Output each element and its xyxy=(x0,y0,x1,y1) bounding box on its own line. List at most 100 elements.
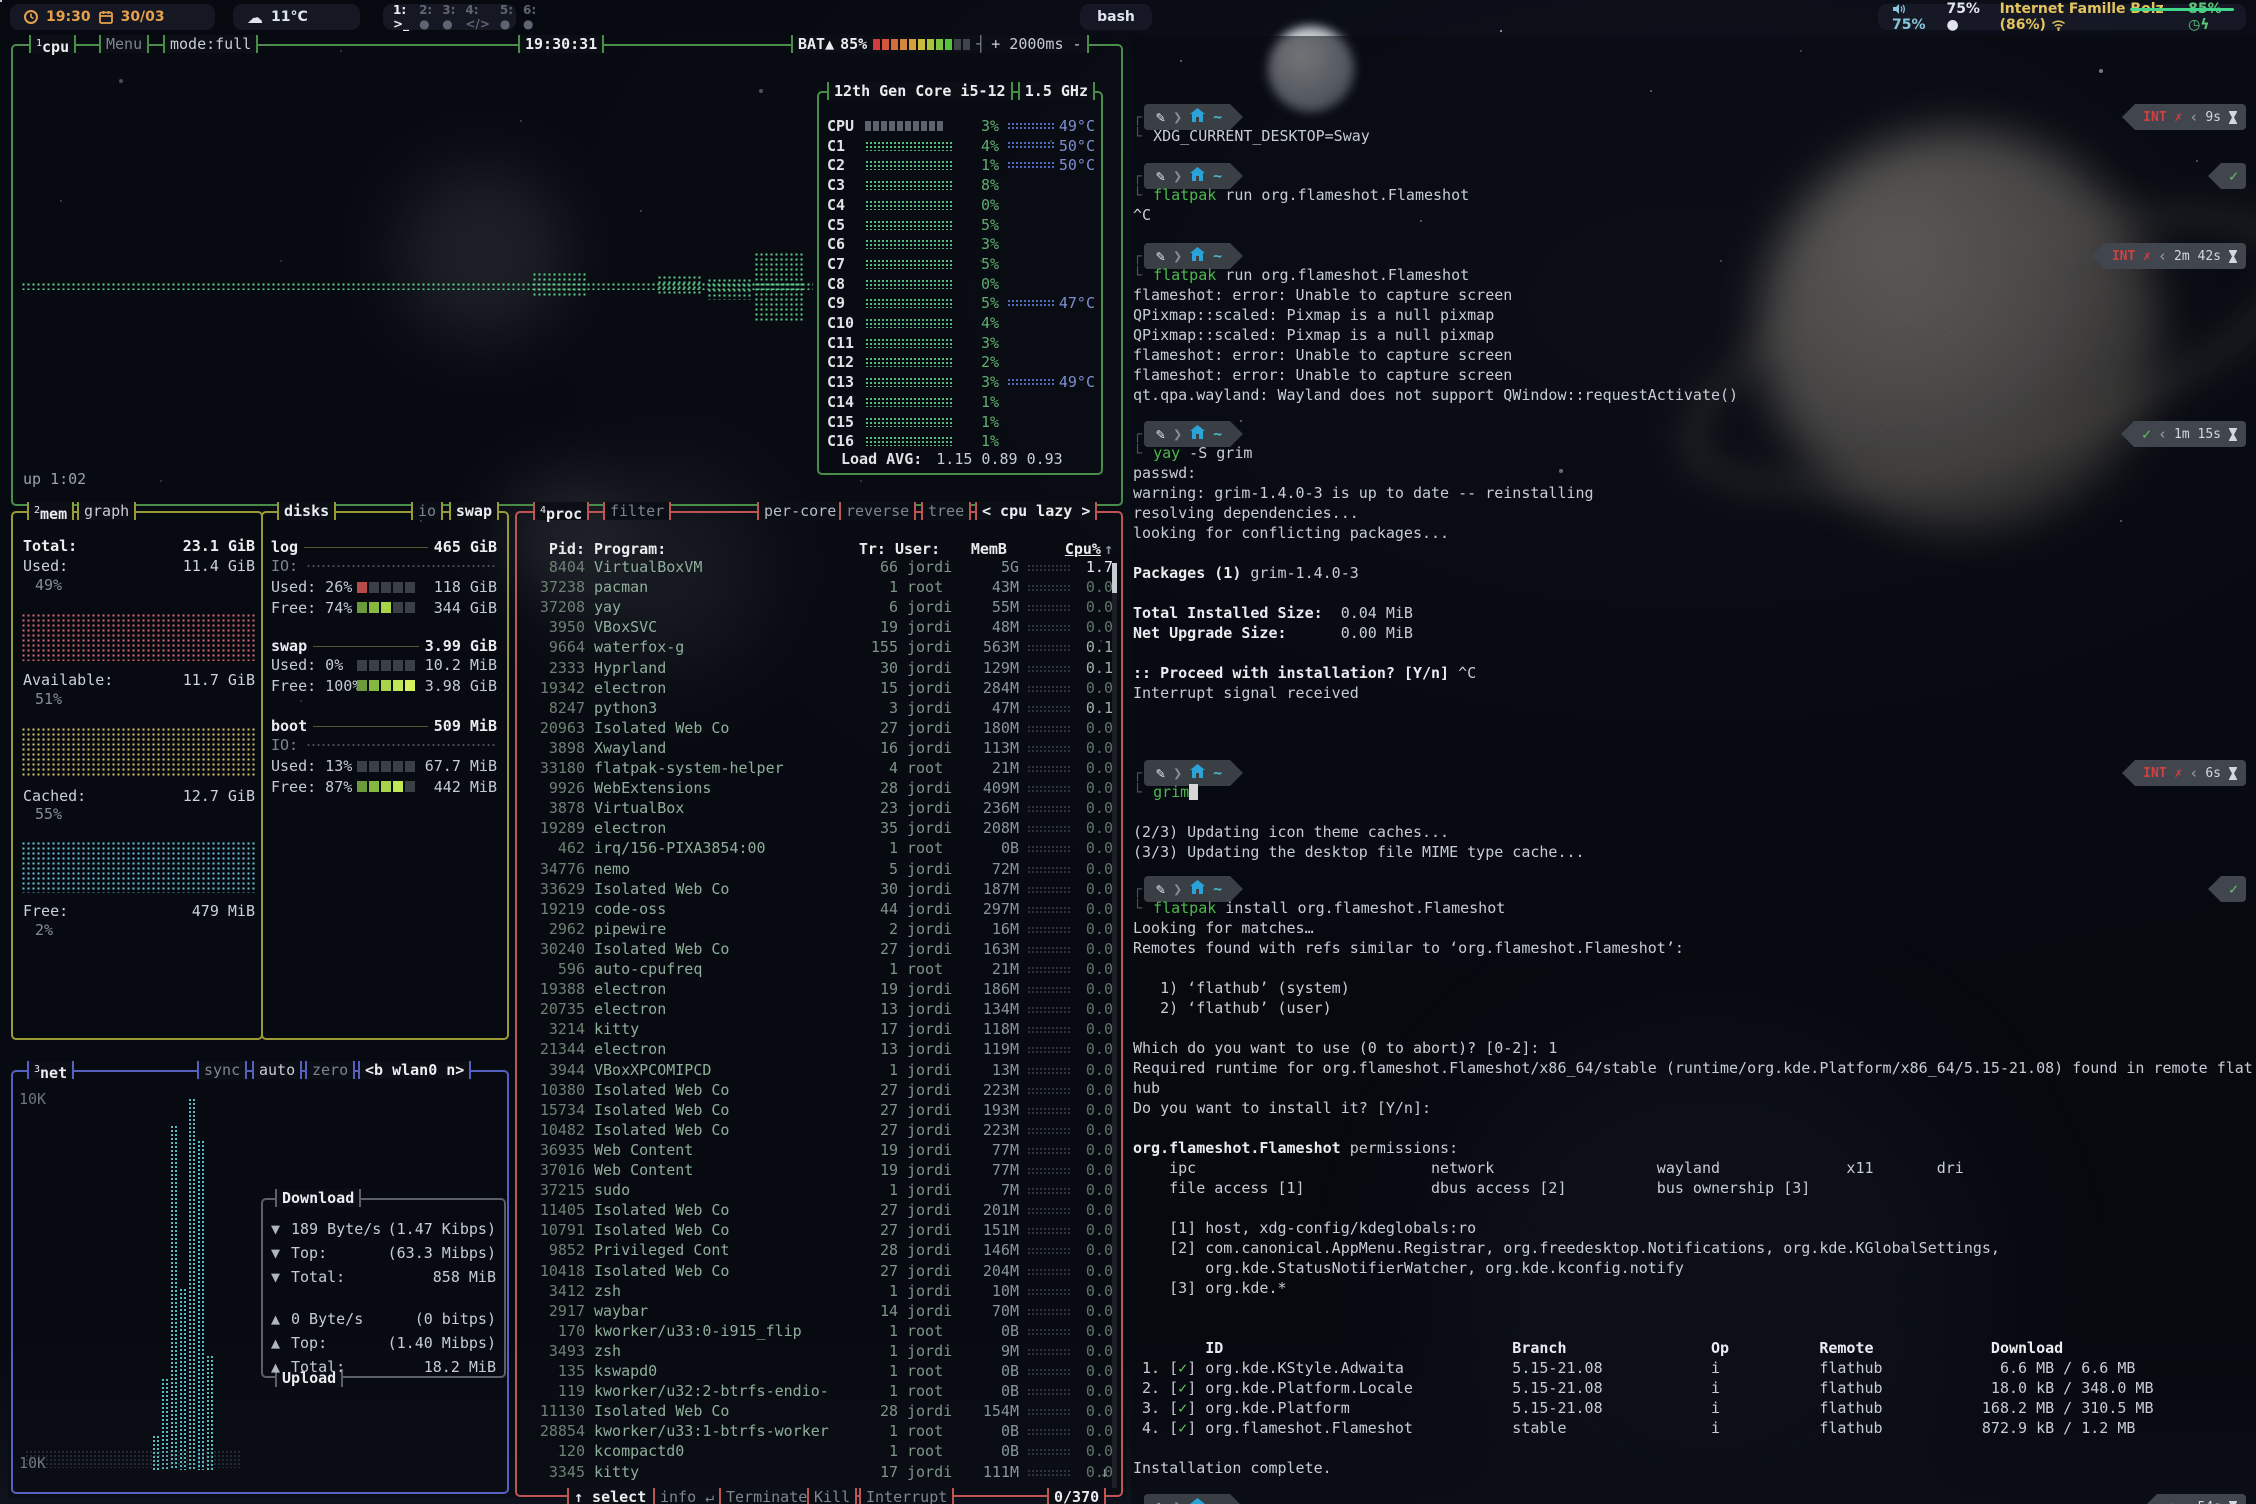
process-row[interactable]: 10380Isolated Web Co27jordi223M0.0 xyxy=(527,1081,1113,1100)
scroll-down-indicator[interactable]: ↓ xyxy=(1100,1463,1109,1481)
process-row[interactable]: 20963Isolated Web Co27jordi180M0.0 xyxy=(527,719,1113,738)
process-row[interactable]: 9852Privileged Cont28jordi146M0.0 xyxy=(527,1241,1113,1260)
workspace-button[interactable]: 4: </> xyxy=(465,3,490,31)
proc-interrupt-control[interactable]: Interrupt xyxy=(859,1488,954,1504)
disks-swap-tab[interactable]: swap xyxy=(449,502,499,520)
process-row[interactable]: 3345kitty17jordi111M0.0 xyxy=(527,1463,1113,1482)
process-row[interactable]: 20735electron13jordi134M0.0 xyxy=(527,1000,1113,1019)
process-name: pipewire xyxy=(585,920,864,939)
process-row[interactable]: 119kworker/u32:2-btrfs-endio-1root0B0.0 xyxy=(527,1382,1113,1401)
weather-module[interactable]: ☁ 11°C xyxy=(233,4,360,30)
mode-toggle[interactable]: mode:full xyxy=(163,35,258,53)
battery-module[interactable]: 85% ◷ϟ xyxy=(2188,1,2232,33)
process-row[interactable]: 36935Web Content19jordi77M0.0 xyxy=(527,1141,1113,1160)
process-row[interactable]: 3950VBoxSVC19jordi48M0.0 xyxy=(527,618,1113,637)
process-row[interactable]: 28854kworker/u33:1-btrfs-worker1root0B0.… xyxy=(527,1422,1113,1441)
mem-graph-tab[interactable]: graph xyxy=(77,502,136,520)
proc-reverse-tab[interactable]: reverse xyxy=(839,502,916,520)
mem-panel-title[interactable]: 2mem xyxy=(27,502,74,520)
clock-date-module[interactable]: 19:30 30/03 xyxy=(10,4,215,30)
proc-info-control[interactable]: info ↵ xyxy=(653,1488,721,1504)
process-row[interactable]: 19388electron19jordi186M0.0 xyxy=(527,980,1113,999)
process-row[interactable]: 10482Isolated Web Co27jordi223M0.0 xyxy=(527,1121,1113,1140)
net-auto-tab[interactable]: auto xyxy=(252,1061,302,1079)
process-row[interactable]: 10791Isolated Web Co27jordi151M0.0 xyxy=(527,1221,1113,1240)
proc-panel-title[interactable]: 4proc xyxy=(533,502,589,520)
process-row[interactable]: 170kworker/u33:0-i915_flip1root0B0.0 xyxy=(527,1322,1113,1341)
process-cpu-graph xyxy=(1027,926,1071,933)
process-row[interactable]: 37215sudo1jordi7M0.0 xyxy=(527,1181,1113,1200)
process-row[interactable]: 30240Isolated Web Co27jordi163M0.0 xyxy=(527,940,1113,959)
process-row[interactable]: 8404VirtualBoxVM66jordi5G1.7 xyxy=(527,558,1113,577)
process-row[interactable]: 3878VirtualBox23jordi236M0.0 xyxy=(527,799,1113,818)
process-row[interactable]: 37238pacman1root43M0.0 xyxy=(527,578,1113,597)
disks-panel-title[interactable]: disks xyxy=(277,502,336,520)
poll-interval[interactable]: + 2000ms - xyxy=(991,35,1081,53)
net-interface-selector[interactable]: <b wlan0 n> xyxy=(358,1061,471,1079)
process-row[interactable]: 3412zsh1jordi10M0.0 xyxy=(527,1282,1113,1301)
workspace-button[interactable]: 3: ● xyxy=(442,3,455,31)
process-memory: 204M xyxy=(967,1262,1019,1281)
proc-tree-tab[interactable]: tree xyxy=(921,502,971,520)
process-row[interactable]: 15734Isolated Web Co27jordi193M0.0 xyxy=(527,1101,1113,1120)
process-threads: 3 xyxy=(864,699,898,718)
process-row[interactable]: 462irq/156-PIXA3854:001root0B0.0 xyxy=(527,839,1113,858)
net-sync-tab[interactable]: sync xyxy=(197,1061,247,1079)
process-row[interactable]: 19289electron35jordi208M0.0 xyxy=(527,819,1113,838)
brightness-module[interactable]: 75% ● xyxy=(1946,1,1983,33)
workspace-button[interactable]: 5: ● xyxy=(500,3,513,31)
process-name: Privileged Cont xyxy=(585,1241,864,1260)
process-row[interactable]: 9664waterfox-g155jordi563M0.1 xyxy=(527,638,1113,657)
proc-sort-selector[interactable]: < cpu lazy > xyxy=(975,502,1097,520)
process-row[interactable]: 2333Hyprland30jordi129M0.1 xyxy=(527,659,1113,678)
process-row[interactable]: 19342electron15jordi284M0.0 xyxy=(527,679,1113,698)
process-row[interactable]: 3214kitty17jordi118M0.0 xyxy=(527,1020,1113,1039)
process-row[interactable]: 120kcompactd01root0B0.0 xyxy=(527,1442,1113,1461)
process-row[interactable]: 3493zsh1jordi9M0.0 xyxy=(527,1342,1113,1361)
process-row[interactable]: 19219code-oss44jordi297M0.0 xyxy=(527,900,1113,919)
disks-io-tab[interactable]: io xyxy=(411,502,443,520)
process-row[interactable]: 33629Isolated Web Co30jordi187M0.0 xyxy=(527,880,1113,899)
process-row[interactable]: 596auto-cpufreq1root21M0.0 xyxy=(527,960,1113,979)
workspace-button[interactable]: 6: ● xyxy=(523,3,536,31)
volume-module[interactable]: 75% xyxy=(1892,1,1930,33)
process-row[interactable]: 9926WebExtensions28jordi409M0.0 xyxy=(527,779,1113,798)
menu-button[interactable]: Menu xyxy=(99,35,149,53)
process-pid: 28854 xyxy=(527,1422,585,1441)
net-zero-tab[interactable]: zero xyxy=(305,1061,355,1079)
process-name: Web Content xyxy=(585,1161,864,1180)
proc-terminate-control[interactable]: Terminate xyxy=(719,1488,814,1504)
meter-block xyxy=(357,660,367,671)
process-row[interactable]: 3944VBoxXPCOMIPCD1jordi13M0.0 xyxy=(527,1061,1113,1080)
process-row[interactable]: 2917waybar14jordi70M0.0 xyxy=(527,1302,1113,1321)
proc-scrollbar-thumb[interactable] xyxy=(1112,563,1117,593)
proc-kill-control[interactable]: Kill xyxy=(807,1488,857,1504)
process-row[interactable]: 11130Isolated Web Co28jordi154M0.0 xyxy=(527,1402,1113,1421)
proc-scrollbar[interactable] xyxy=(1112,563,1117,1488)
proc-filter-tab[interactable]: filter xyxy=(603,502,671,520)
process-row[interactable]: 8247python33jordi47M0.1 xyxy=(527,699,1113,718)
cpu-panel-title[interactable]: 1cpu xyxy=(29,35,76,53)
proc-percore-tab[interactable]: per-core xyxy=(757,502,843,520)
process-cpu-graph xyxy=(1027,1127,1071,1134)
process-row[interactable]: 21344electron13jordi119M0.0 xyxy=(527,1040,1113,1059)
process-threads: 1 xyxy=(864,839,898,858)
network-module[interactable]: Internet Famille Bolz (86%) xyxy=(2000,1,2173,33)
core-history-graph xyxy=(865,259,953,269)
process-row[interactable]: 2962pipewire2jordi16M0.0 xyxy=(527,920,1113,939)
exit-status-ok-icon: ✓ xyxy=(2229,167,2238,186)
process-row[interactable]: 10418Isolated Web Co27jordi204M0.0 xyxy=(527,1262,1113,1281)
process-row[interactable]: 37208yay6jordi55M0.0 xyxy=(527,598,1113,617)
workspace-button[interactable]: 1: >_ xyxy=(393,3,409,31)
process-row[interactable]: 37016Web Content19jordi77M0.0 xyxy=(527,1161,1113,1180)
terminal-window[interactable]: ┌✎❯~└ XDG_CURRENT_DESKTOP=SwayINT ✗‹9s┌✎… xyxy=(1131,36,2256,1504)
workspace-button[interactable]: 2: ● xyxy=(419,3,432,31)
process-row[interactable]: 3898Xwayland16jordi113M0.0 xyxy=(527,739,1113,758)
sort-direction-icon[interactable]: ↑ xyxy=(1101,540,1113,559)
process-row[interactable]: 135kswapd01root0B0.0 xyxy=(527,1362,1113,1381)
process-row[interactable]: 34776nemo5jordi72M0.0 xyxy=(527,860,1113,879)
process-row[interactable]: 33180flatpak-system-helper4root21M0.0 xyxy=(527,759,1113,778)
process-row[interactable]: 11405Isolated Web Co27jordi201M0.0 xyxy=(527,1201,1113,1220)
sort-column[interactable]: Cpu% xyxy=(1061,540,1101,559)
net-panel-title[interactable]: 3net xyxy=(27,1061,74,1079)
